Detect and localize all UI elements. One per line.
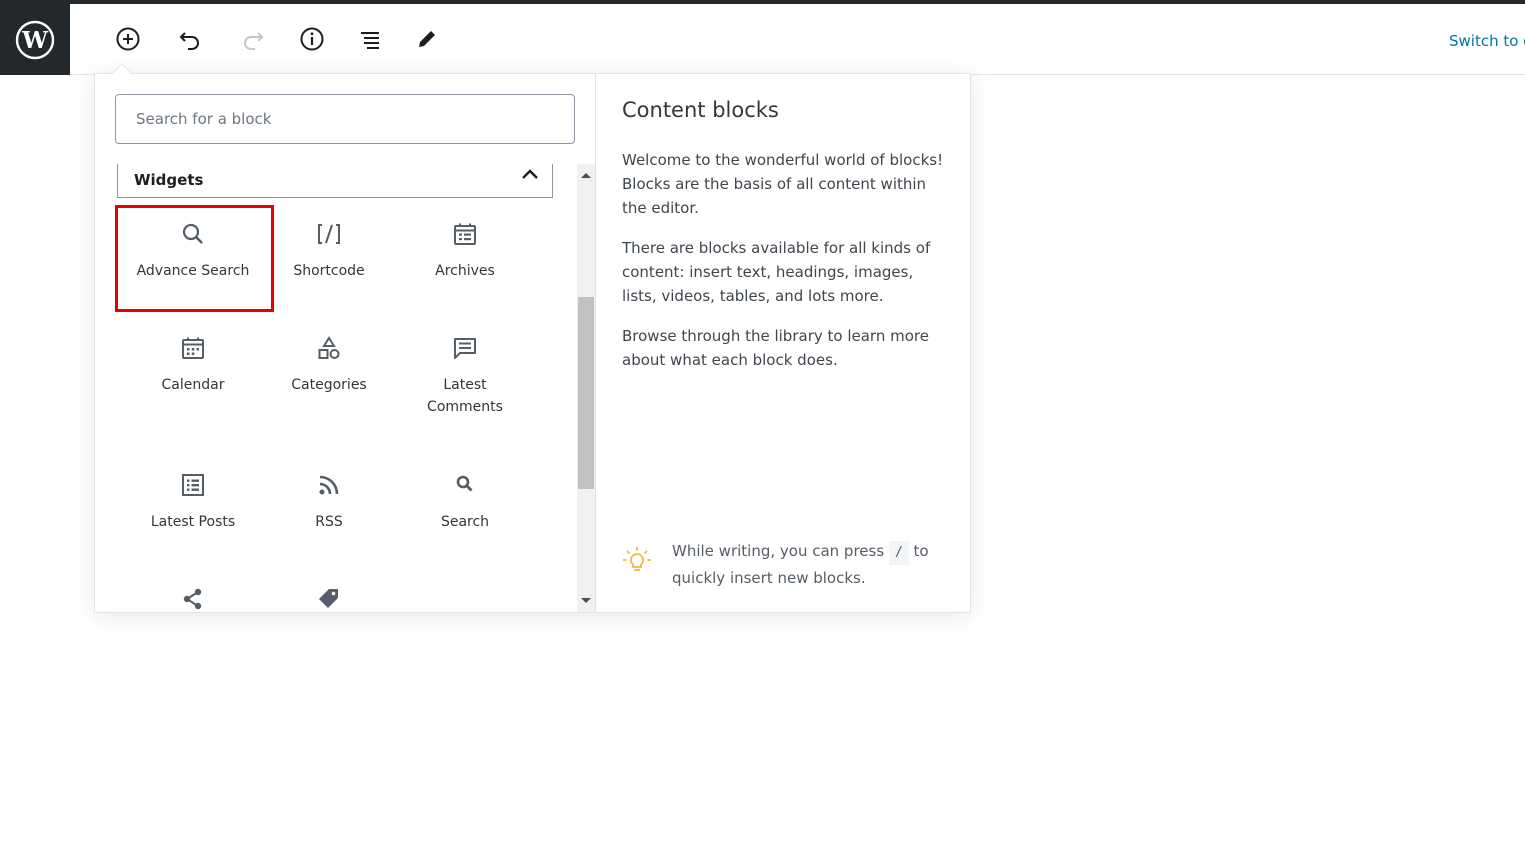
scroll-up-arrow-icon[interactable] (581, 173, 591, 178)
scroll-down-arrow-icon[interactable] (581, 598, 591, 603)
add-block-button[interactable] (115, 26, 141, 52)
search-small-icon (456, 475, 473, 492)
block-latest-comments[interactable]: Latest Comments (397, 336, 533, 418)
block-archives[interactable]: Archives (397, 222, 533, 282)
tip-shortcut-key: / (888, 541, 909, 565)
redo-icon (244, 32, 264, 50)
block-label: Advance Search (136, 263, 250, 279)
block-label: Latest Posts (150, 514, 236, 530)
switch-editor-link[interactable]: Switch to d (1449, 32, 1525, 50)
panel-title: Widgets (134, 171, 204, 189)
help-title: Content blocks (622, 98, 779, 122)
block-inserter-popover: Widgets Advance Search Shor (94, 73, 971, 613)
block-label: Calendar (161, 377, 225, 393)
rss-icon (319, 475, 339, 495)
list-view-icon (361, 32, 379, 49)
block-categories[interactable]: Categories (261, 336, 397, 396)
help-paragraph: There are blocks available for all kinds… (622, 239, 931, 305)
block-search-input[interactable] (115, 94, 575, 144)
comment-icon (454, 338, 476, 359)
redo-button[interactable] (240, 26, 266, 52)
block-rss[interactable]: RSS (261, 473, 397, 533)
tip-text: While writing, you can press / to quickl… (672, 538, 942, 591)
block-latest-posts[interactable]: Latest Posts (125, 473, 261, 533)
block-advance-search[interactable]: Advance Search (125, 222, 261, 282)
wordpress-logo-icon: W (15, 20, 55, 59)
block-label: Shortcode (293, 263, 365, 279)
editor-toolbar: W Switch to d (0, 4, 1525, 75)
info-icon (300, 27, 324, 51)
block-label: Categories (291, 377, 367, 393)
block-social-icons[interactable] (125, 587, 261, 612)
svg-text:W: W (21, 27, 49, 54)
help-paragraph: Browse through the library to learn more… (622, 327, 929, 369)
categories-icon (318, 336, 340, 359)
scrollbar-thumb[interactable] (578, 297, 594, 489)
block-tag-cloud[interactable] (261, 587, 397, 612)
block-label: Archives (435, 263, 495, 279)
chevron-up-icon[interactable] (519, 164, 541, 186)
block-calendar[interactable]: Calendar (125, 336, 261, 396)
block-label: Search (440, 514, 490, 530)
pencil-icon (419, 31, 435, 47)
widgets-panel-header[interactable]: Widgets (117, 164, 553, 198)
search-icon (182, 223, 203, 244)
block-list: Widgets Advance Search Shortcode Archive… (115, 164, 555, 612)
inserter-block-list-pane: Widgets Advance Search Shor (95, 74, 596, 612)
block-list-scrollbar[interactable] (577, 164, 595, 612)
lightbulb-icon (623, 547, 651, 571)
share-icon (183, 588, 202, 610)
calendar-icon (182, 337, 204, 359)
archives-icon (454, 223, 476, 245)
undo-button[interactable] (177, 26, 203, 52)
list-icon (182, 474, 204, 496)
inserter-help-panel: Content blocks Welcome to the wonderful … (622, 74, 952, 612)
help-paragraph: Welcome to the wonderful world of blocks… (622, 151, 944, 217)
tag-icon (319, 589, 338, 608)
shortcode-icon (318, 224, 340, 244)
tip-text-before: While writing, you can press (672, 542, 885, 560)
block-search[interactable]: Search (397, 473, 533, 533)
block-label: Latest Comments (427, 377, 503, 415)
wordpress-logo-button[interactable]: W (0, 4, 70, 75)
block-shortcode[interactable]: Shortcode (261, 222, 397, 282)
block-navigation-button[interactable] (357, 26, 383, 52)
block-label: RSS (315, 514, 343, 530)
undo-icon (179, 32, 199, 50)
content-structure-button[interactable] (299, 26, 325, 52)
tools-button[interactable] (414, 26, 440, 52)
plus-circle-icon (116, 27, 140, 51)
